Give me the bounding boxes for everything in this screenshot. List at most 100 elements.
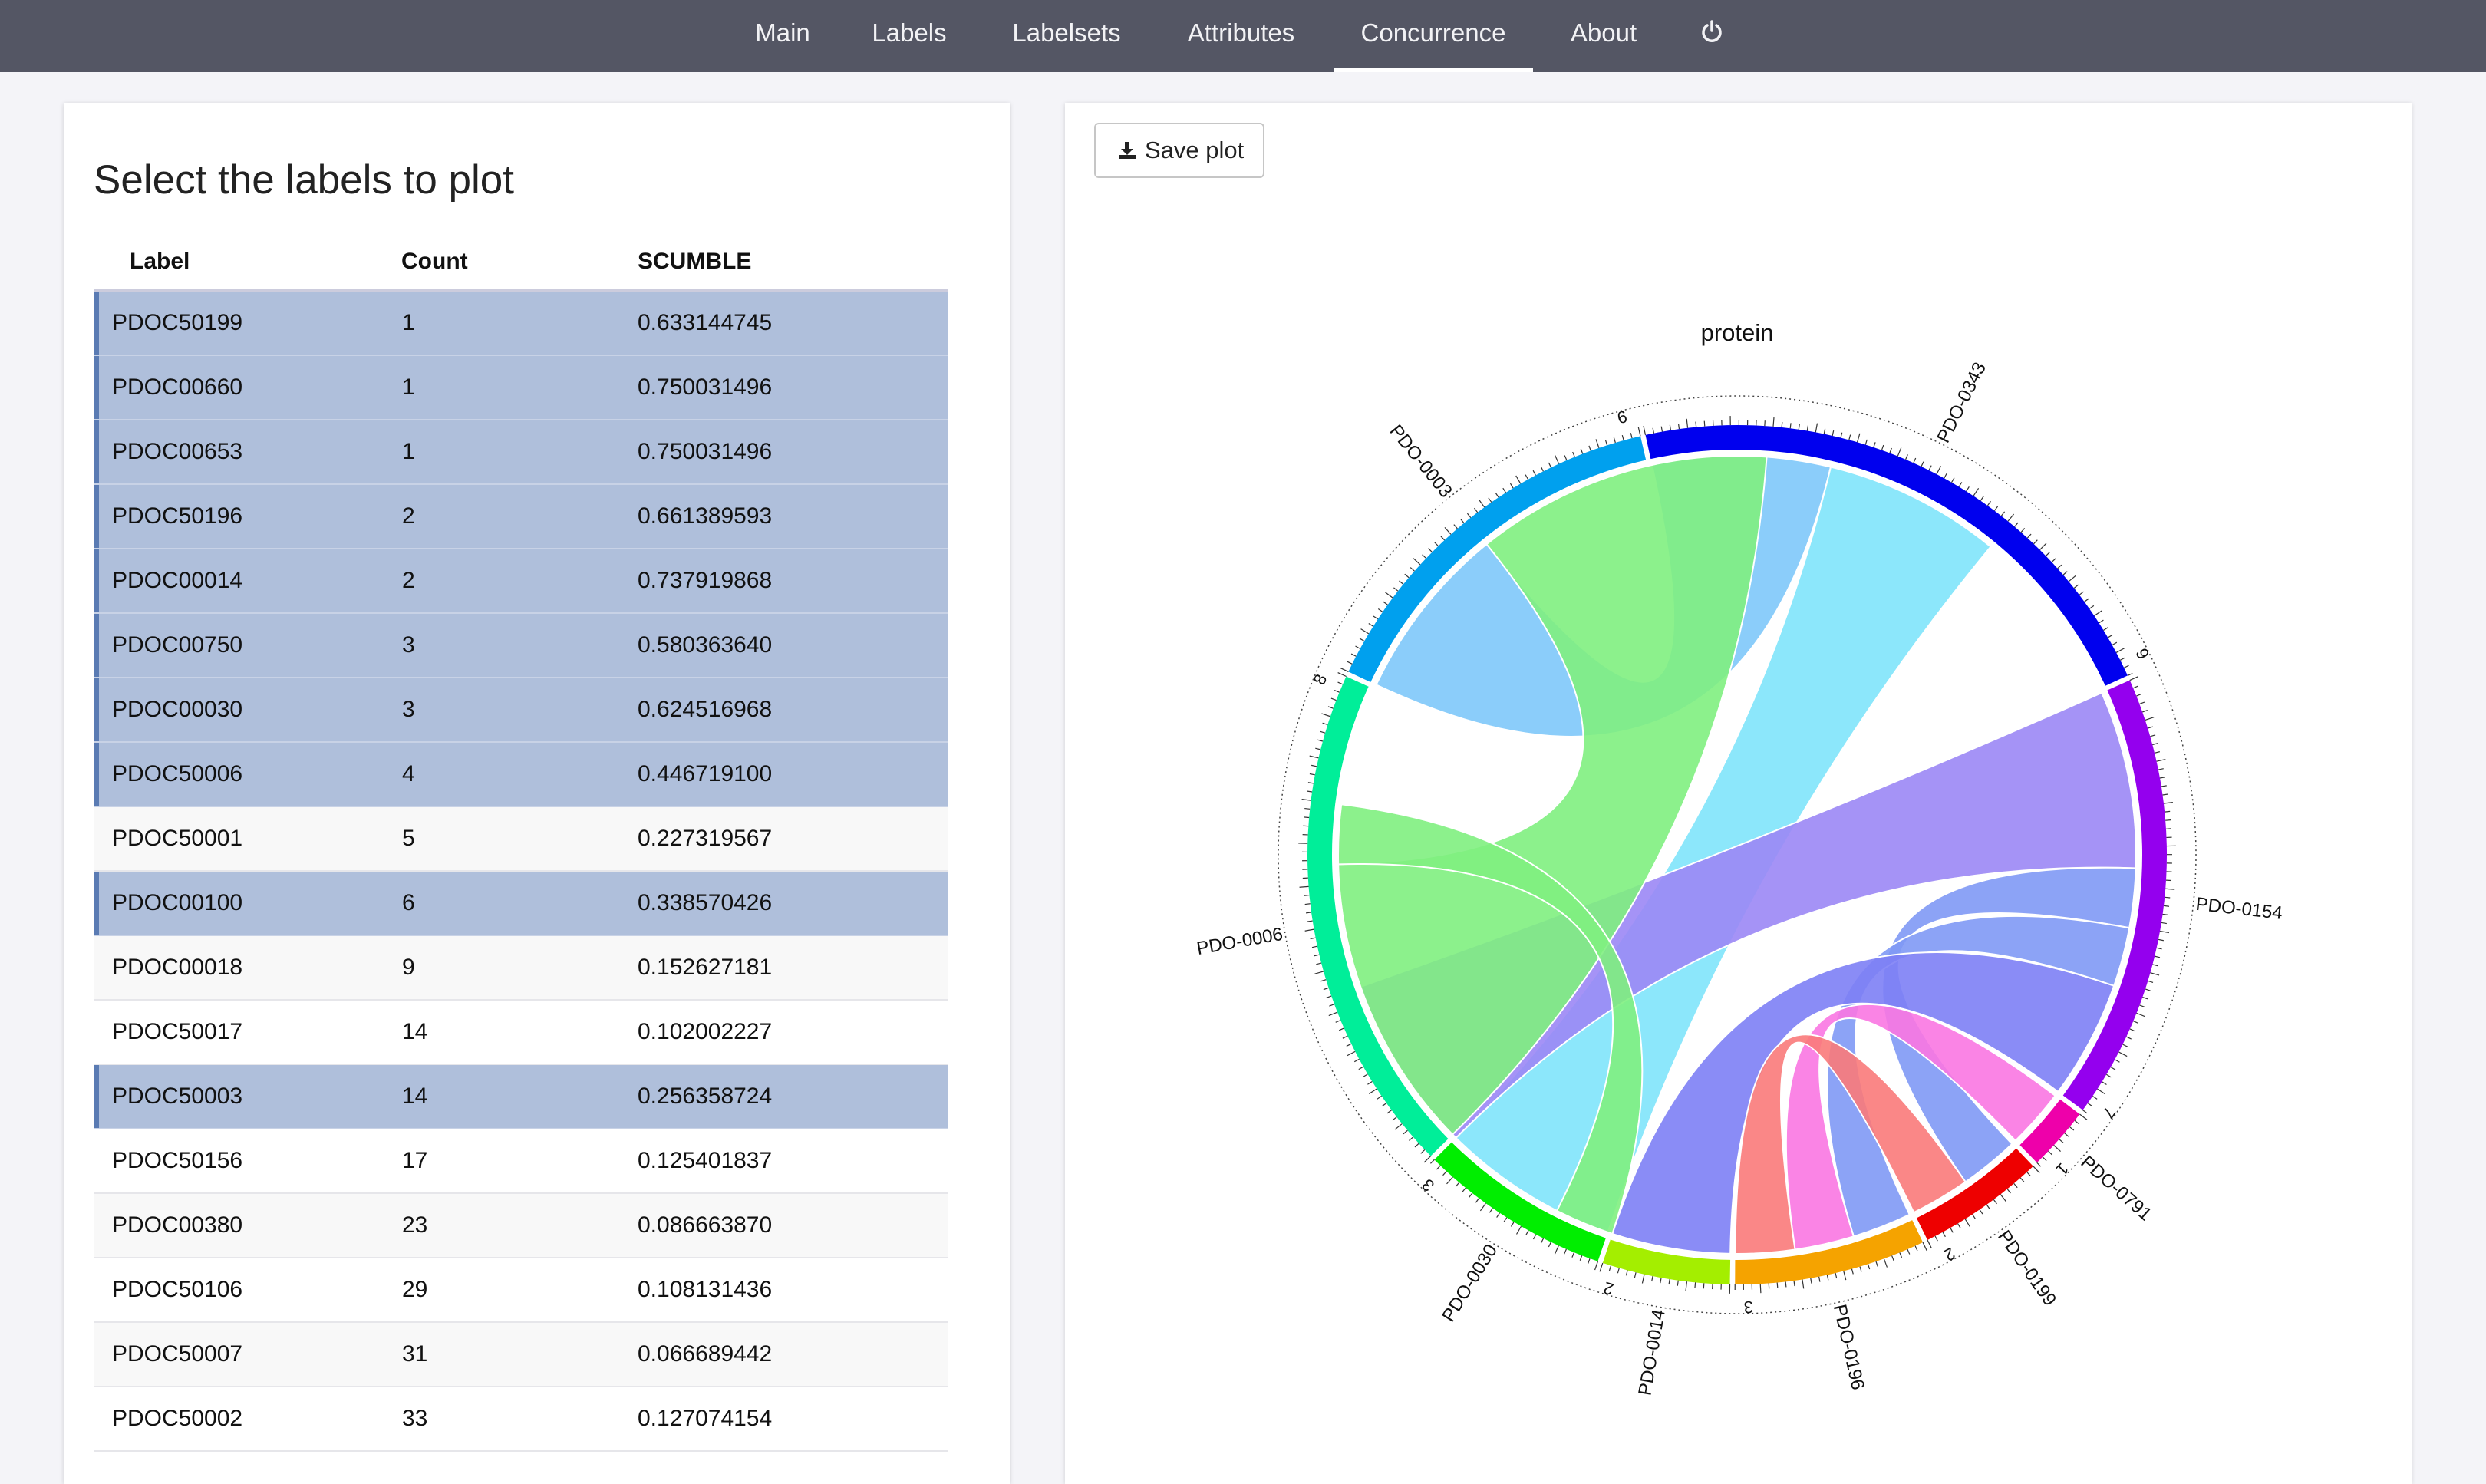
scale-tick bbox=[1405, 574, 1409, 578]
table-row[interactable]: PDOC0001890.152627181 bbox=[94, 935, 948, 1000]
label-cell: PDOC50003 bbox=[94, 1064, 401, 1129]
scale-tick bbox=[1892, 1255, 1894, 1261]
power-icon[interactable] bbox=[1685, 0, 1739, 72]
scale-tick bbox=[1436, 1166, 1440, 1169]
scale-tick bbox=[1377, 1096, 1382, 1099]
nav-attributes[interactable]: Attributes bbox=[1166, 0, 1316, 72]
table-row[interactable]: PDOC50007310.066689442 bbox=[94, 1322, 948, 1387]
scale-tick bbox=[1600, 1263, 1603, 1271]
scale-tick bbox=[1310, 756, 1319, 758]
save-plot-label: Save plot bbox=[1145, 137, 1244, 163]
sector-value-label: 2 bbox=[1941, 1244, 1959, 1265]
scumble-cell: 0.661389593 bbox=[637, 484, 948, 549]
table-row[interactable]: PDOC50156170.125401837 bbox=[94, 1129, 948, 1193]
scale-tick bbox=[1900, 1252, 1902, 1257]
scale-tick bbox=[1914, 458, 1916, 463]
panel-title: Select the labels to plot bbox=[94, 157, 514, 203]
table-row[interactable]: PDOC50017140.102002227 bbox=[94, 1000, 948, 1064]
scale-tick bbox=[1958, 1224, 1961, 1228]
column-header-label[interactable]: Label bbox=[94, 235, 401, 290]
scale-tick bbox=[2126, 1037, 2131, 1039]
table-row[interactable]: PDOC5019910.633144745 bbox=[94, 290, 948, 355]
column-header-scumble[interactable]: SCUMBLE bbox=[637, 235, 948, 290]
scale-tick bbox=[1634, 1272, 1636, 1278]
scale-tick bbox=[2059, 1139, 2063, 1143]
nav-concurrence[interactable]: Concurrence bbox=[1334, 0, 1533, 72]
table-row[interactable]: PDOC00380230.086663870 bbox=[94, 1193, 948, 1258]
label-cell: PDOC00660 bbox=[94, 355, 401, 420]
scale-tick bbox=[1703, 1283, 1704, 1288]
nav-labels[interactable]: Labels bbox=[852, 0, 967, 72]
save-plot-button[interactable]: Save plot bbox=[1094, 123, 1264, 178]
scale-tick bbox=[1369, 624, 1373, 627]
scale-tick bbox=[1378, 608, 1383, 612]
scale-tick bbox=[1526, 1231, 1528, 1235]
scale-tick bbox=[1943, 1232, 1945, 1237]
nav-about[interactable]: About bbox=[1553, 0, 1654, 72]
table-row[interactable]: PDOC5019620.661389593 bbox=[94, 484, 948, 549]
sector-value-label: 1 bbox=[2052, 1159, 2072, 1179]
scale-tick bbox=[1321, 714, 1330, 717]
scale-tick bbox=[1393, 588, 1398, 591]
scale-tick bbox=[1973, 1215, 1976, 1219]
scale-tick bbox=[1489, 498, 1492, 503]
table-row[interactable]: PDOC0066010.750031496 bbox=[94, 355, 948, 420]
table-row[interactable]: PDOC5000150.227319567 bbox=[94, 806, 948, 871]
scale-tick bbox=[2148, 981, 2153, 982]
scale-tick bbox=[2112, 642, 2117, 645]
nav-main[interactable]: Main bbox=[737, 0, 829, 72]
scale-tick bbox=[2098, 1089, 2105, 1094]
scale-tick bbox=[2164, 905, 2169, 906]
label-cell: PDOC50196 bbox=[94, 484, 401, 549]
table-row[interactable]: PDOC0075030.580363640 bbox=[94, 613, 948, 678]
table-row[interactable]: PDOC50002330.127074154 bbox=[94, 1387, 948, 1451]
scale-tick bbox=[1324, 988, 1329, 989]
table-row[interactable]: PDOC0001420.737919868 bbox=[94, 549, 948, 613]
scale-tick bbox=[1410, 568, 1414, 572]
label-cell: PDOC00380 bbox=[94, 1193, 401, 1258]
scale-tick bbox=[1897, 447, 1901, 456]
plot-panel: Save plot proteinScumble = 0.02875910231… bbox=[1065, 103, 2412, 1484]
scale-tick bbox=[1461, 519, 1464, 523]
scale-tick bbox=[1447, 1177, 1453, 1184]
scale-tick bbox=[1475, 1199, 1479, 1203]
scale-tick bbox=[1340, 668, 1349, 671]
scale-tick bbox=[1967, 486, 1970, 491]
scale-tick bbox=[1334, 691, 1339, 693]
table-row[interactable]: PDOC50003140.256358724 bbox=[94, 1064, 948, 1129]
scale-tick bbox=[2014, 1183, 2018, 1187]
scale-tick bbox=[1677, 1281, 1678, 1286]
scale-tick bbox=[2137, 1013, 2145, 1016]
scale-tick bbox=[2128, 673, 2132, 675]
scale-tick bbox=[2119, 1052, 2128, 1057]
table-row[interactable]: PDOC0010060.338570426 bbox=[94, 871, 948, 935]
table-row[interactable]: PDOC50106290.108131436 bbox=[94, 1258, 948, 1322]
scale-tick bbox=[1915, 1246, 1917, 1251]
scale-tick bbox=[1832, 430, 1834, 436]
scale-tick bbox=[1906, 454, 1908, 459]
sector-name-label: PDO-0154 bbox=[2194, 894, 2283, 924]
nav-labelsets[interactable]: Labelsets bbox=[997, 0, 1136, 72]
scale-tick bbox=[1622, 435, 1624, 440]
scale-tick bbox=[1320, 980, 1326, 981]
table-row[interactable]: PDOC0003030.624516968 bbox=[94, 678, 948, 742]
scale-tick bbox=[1605, 440, 1607, 446]
column-header-count[interactable]: Count bbox=[401, 235, 637, 290]
scale-tick bbox=[2033, 1166, 2039, 1173]
scale-tick bbox=[1630, 433, 1632, 438]
table-row[interactable]: PDOC0065310.750031496 bbox=[94, 420, 948, 484]
count-cell: 31 bbox=[401, 1322, 637, 1387]
label-cell: PDOC00018 bbox=[94, 935, 401, 1000]
table-row[interactable]: PDOC5000640.446719100 bbox=[94, 742, 948, 806]
scale-tick bbox=[1626, 1270, 1627, 1275]
sector-name-label: PDO-0014 bbox=[1634, 1308, 1670, 1397]
scale-tick bbox=[2043, 1157, 2046, 1161]
scale-tick bbox=[1987, 501, 1990, 506]
scale-tick bbox=[1858, 434, 1860, 443]
scale-tick bbox=[1307, 791, 1312, 792]
scale-tick bbox=[2157, 948, 2162, 949]
scale-tick bbox=[1469, 1193, 1472, 1198]
scale-tick bbox=[1868, 1264, 1870, 1269]
sector-value-label: 2 bbox=[1601, 1278, 1616, 1299]
scale-tick bbox=[2069, 575, 2076, 582]
